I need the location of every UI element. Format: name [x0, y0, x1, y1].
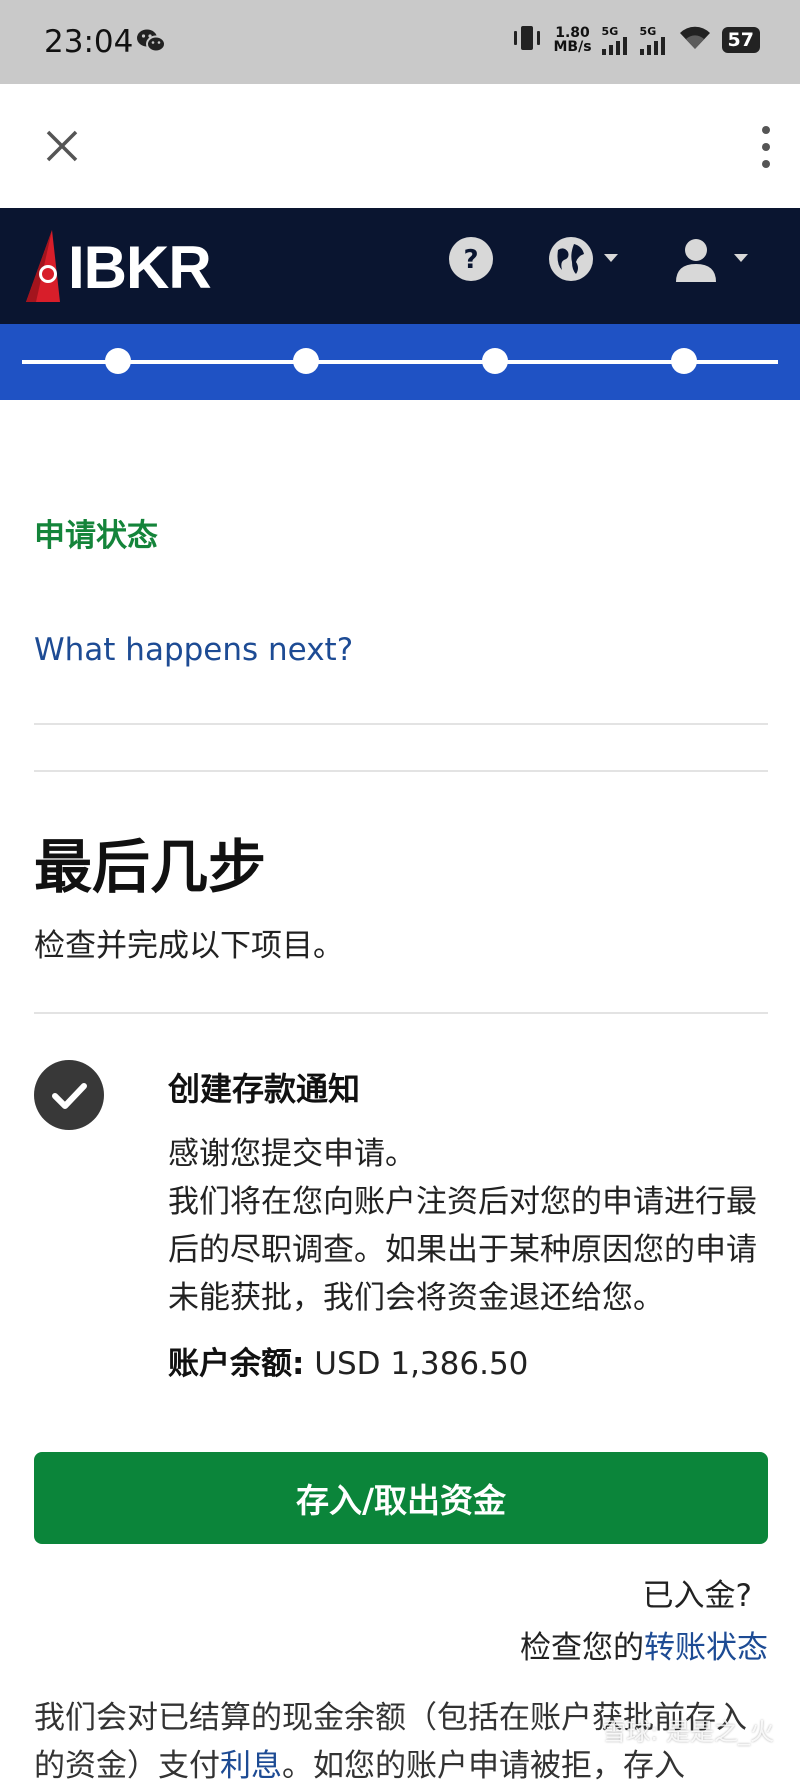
vibrate-icon [511, 24, 543, 56]
system-status-bar: 23:04 1.80 MB/s 5G 5G 57 [0, 0, 800, 84]
progress-step-1 [105, 348, 131, 374]
check-transfer-status: 检查您的转账状态 [520, 1622, 768, 1667]
signal-2: 5G [639, 24, 668, 55]
task-body: 感谢您提交申请。 我们将在您向账户注资后对您的申请进行最后的尽职调查。如果出于某… [168, 1130, 768, 1322]
divider [34, 770, 768, 772]
progress-track [22, 360, 778, 364]
language-button[interactable] [548, 236, 624, 286]
check-transfer-prefix: 检查您的 [520, 1630, 644, 1666]
ibkr-header: IBKR ? [0, 208, 800, 324]
account-balance-label: 账户余额: [168, 1346, 305, 1382]
interest-text-part-2: 。如您的账户申请被拒，存入 [282, 1748, 685, 1784]
globe-icon [549, 237, 618, 281]
transfer-status-link[interactable]: 转账状态 [644, 1630, 768, 1666]
watermark: 雪球: 是是之_火 [602, 1718, 774, 1746]
signal-2-label: 5G [639, 24, 657, 38]
close-icon [46, 130, 78, 162]
signal-bars-icon [601, 36, 627, 55]
what-happens-next-link[interactable]: What happens next? [34, 632, 353, 668]
network-speed-unit: MB/s [553, 39, 592, 55]
signal-bars-icon [639, 36, 665, 55]
more-vertical-icon [762, 126, 770, 168]
divider [34, 1012, 768, 1014]
deposit-withdraw-button[interactable]: 存入/取出资金 [34, 1452, 768, 1544]
application-progress-bar [0, 324, 800, 400]
completed-check-icon [34, 1060, 104, 1130]
page-heading: 最后几步 [34, 833, 267, 901]
application-status-title: 申请状态 [34, 518, 158, 554]
account-balance-value: USD 1,386.50 [304, 1346, 529, 1382]
deposit-notice-task: 创建存款通知 感谢您提交申请。 我们将在您向账户注资后对您的申请进行最后的尽职调… [168, 1064, 768, 1383]
page-subheading: 检查并完成以下项目。 [34, 928, 344, 964]
network-speed: 1.80 MB/s [553, 26, 591, 54]
task-body-line-1: 感谢您提交申请。 [168, 1136, 416, 1172]
svg-text:?: ? [463, 245, 478, 275]
task-title: 创建存款通知 [168, 1070, 361, 1108]
status-icons: 1.80 MB/s 5G 5G 57 [511, 24, 760, 56]
close-button[interactable] [40, 124, 84, 168]
signal-1-label: 5G [601, 24, 619, 38]
more-options-button[interactable] [756, 124, 776, 172]
app-top-bar [0, 84, 800, 208]
clock: 23:04 [44, 24, 134, 60]
task-body-line-2: 我们将在您向账户注资后对您的申请进行最后的尽职调查。如果出于某种原因您的申请未能… [168, 1184, 757, 1316]
user-icon [676, 239, 748, 282]
divider [34, 723, 768, 725]
account-balance: 账户余额: USD 1,386.50 [168, 1338, 768, 1383]
wifi-icon [678, 25, 712, 55]
signal-1: 5G [601, 24, 630, 55]
ibkr-logo: IBKR [22, 230, 212, 304]
network-speed-value: 1.80 [555, 25, 590, 41]
logo-text: IBKR [68, 233, 212, 301]
progress-step-2 [293, 348, 319, 374]
help-icon: ? [449, 237, 493, 281]
interest-link[interactable]: 利息 [220, 1748, 282, 1784]
account-menu-button[interactable] [676, 236, 756, 286]
progress-step-4 [671, 348, 697, 374]
help-button[interactable]: ? [448, 236, 494, 286]
already-funded-question: 已入金? [642, 1578, 752, 1614]
ibkr-logo-mark [26, 230, 60, 302]
progress-step-3 [482, 348, 508, 374]
wechat-icon [136, 28, 166, 58]
battery-indicator: 57 [721, 27, 760, 53]
